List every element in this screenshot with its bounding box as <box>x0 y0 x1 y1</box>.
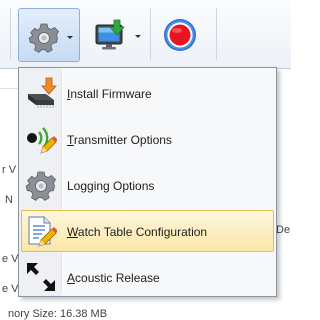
menu-item-label: Transmitter Options <box>67 133 172 147</box>
record-button[interactable] <box>154 8 208 62</box>
arrows-icon <box>27 263 55 291</box>
background-text: De <box>276 224 291 236</box>
background-text: r V <box>2 164 17 176</box>
menu-item-label: Install Firmware <box>67 87 152 101</box>
menu-item-watch-table-configuration[interactable]: Watch Table Configuration <box>21 210 274 252</box>
chevron-down-icon <box>135 35 141 38</box>
background-text: N <box>5 194 13 206</box>
menu-item-acoustic-release[interactable]: Acoustic Release <box>21 256 274 298</box>
toolbar-separator <box>10 8 11 60</box>
monitor-download-icon <box>95 19 125 50</box>
toolbar-separator <box>150 8 151 60</box>
transmitter-edit-icon <box>27 127 57 154</box>
firmware-chip-icon <box>28 77 57 108</box>
settings-dropdown-menu: Install Firmware Transmitter Options Log… <box>18 67 277 297</box>
background-text: e V <box>2 253 19 265</box>
chevron-down-icon <box>67 36 73 39</box>
menu-item-label: Watch Table Configuration <box>67 225 208 239</box>
menu-item-label: Logging Options <box>67 179 155 193</box>
monitor-dropdown-button[interactable] <box>88 8 146 62</box>
menu-item-logging-options[interactable]: Logging Options <box>21 164 274 206</box>
toolbar <box>0 0 291 69</box>
document-edit-icon <box>28 216 57 247</box>
menu-item-label: Acoustic Release <box>67 271 160 285</box>
gear-icon <box>25 171 56 201</box>
settings-dropdown-button[interactable] <box>18 8 80 62</box>
gear-icon <box>28 23 59 53</box>
menu-item-install-firmware[interactable]: Install Firmware <box>21 72 274 114</box>
memory-size-text: nory Size: 16.38 MB <box>8 308 108 320</box>
background-divider <box>0 88 18 89</box>
toolbar-separator <box>216 8 217 60</box>
background-text: e V <box>2 283 19 295</box>
record-icon <box>164 19 196 51</box>
menu-item-transmitter-options[interactable]: Transmitter Options <box>21 118 274 160</box>
